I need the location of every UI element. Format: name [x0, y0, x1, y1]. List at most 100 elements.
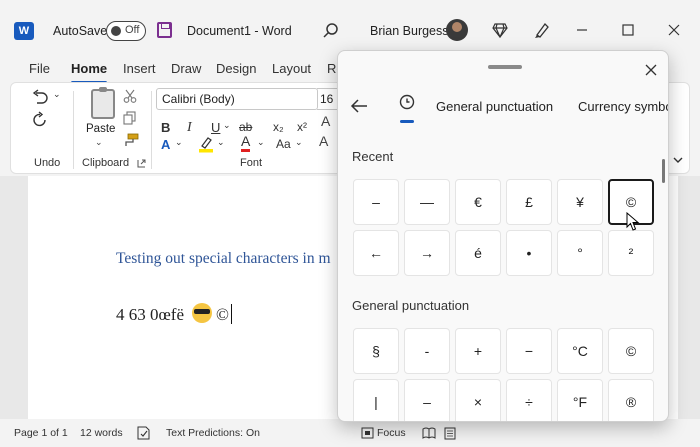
focus-icon[interactable]	[361, 427, 374, 439]
tab-design[interactable]: Design	[216, 61, 256, 76]
tab-currency-symbols[interactable]: Currency symbo	[578, 99, 668, 114]
document-line: 4 63 0œfë ©	[116, 303, 232, 325]
symbol-divide[interactable]: ÷	[506, 379, 552, 421]
status-focus[interactable]: Focus	[377, 427, 406, 439]
mouse-pointer-icon	[626, 212, 640, 231]
panel-drag-handle[interactable]	[488, 65, 522, 69]
back-arrow-icon[interactable]	[348, 95, 370, 117]
paste-button-label[interactable]: Paste	[86, 123, 115, 135]
symbol-yen[interactable]: ¥	[557, 179, 603, 225]
symbol-right-arrow[interactable]: →	[404, 230, 450, 276]
font-color-dropdown-icon[interactable]: ⌄	[257, 137, 265, 148]
status-page-count[interactable]: Page 1 of 1	[14, 427, 68, 439]
symbol-en-dash[interactable]: –	[353, 179, 399, 225]
recent-tab[interactable]	[396, 94, 418, 124]
change-case-dropdown-icon[interactable]: ⌄	[295, 137, 303, 148]
styles-icon[interactable]: A	[321, 113, 330, 129]
symbol-superscript-two[interactable]: ²	[608, 230, 654, 276]
font-color-icon[interactable]: A	[241, 133, 251, 152]
diamond-icon[interactable]	[492, 22, 508, 38]
symbol-degree[interactable]: °	[557, 230, 603, 276]
change-case-button[interactable]: Aa	[276, 137, 291, 151]
divider	[73, 91, 74, 169]
pen-icon[interactable]	[533, 21, 551, 39]
read-mode-icon[interactable]	[422, 427, 436, 439]
text-caret	[230, 304, 232, 324]
format-painter-icon[interactable]	[123, 133, 139, 147]
symbol-vertical-bar[interactable]: |	[353, 379, 399, 421]
symbol-copyright[interactable]: ©	[608, 328, 654, 374]
italic-button[interactable]: I	[187, 120, 192, 136]
redo-icon[interactable]	[31, 111, 49, 129]
symbol-en-dash[interactable]: –	[404, 379, 450, 421]
paste-dropdown-icon[interactable]: ⌄	[95, 137, 103, 148]
symbol-registered[interactable]: ®	[608, 379, 654, 421]
user-name[interactable]: Brian Burgess	[370, 24, 449, 38]
status-bar: Page 1 of 1 12 words Text Predictions: O…	[0, 421, 700, 447]
group-label-clipboard: Clipboard	[82, 157, 130, 169]
word-app-icon: W	[14, 22, 34, 40]
close-icon[interactable]	[664, 20, 684, 40]
tab-home[interactable]: Home	[71, 61, 108, 84]
search-icon[interactable]	[322, 22, 340, 40]
status-word-count[interactable]: 12 words	[80, 427, 123, 439]
copyright-symbol-text: ©	[215, 305, 229, 324]
font-name-select[interactable]: Calibri (Body)	[156, 88, 318, 110]
strikethrough-button[interactable]: ab	[239, 120, 252, 134]
ribbon-collapse-icon[interactable]	[671, 153, 685, 167]
symbol-pound[interactable]: £	[506, 179, 552, 225]
clock-icon	[399, 94, 415, 110]
undo-dropdown-icon[interactable]: ⌄	[53, 89, 61, 100]
symbol-em-dash[interactable]: —	[404, 179, 450, 225]
bold-button[interactable]: B	[161, 120, 170, 135]
print-layout-icon[interactable]	[444, 427, 456, 440]
document-line-text: 4 63 0œfë	[116, 305, 184, 324]
tab-layout[interactable]: Layout	[272, 61, 311, 76]
undo-icon[interactable]	[31, 89, 49, 105]
text-effects-dropdown-icon[interactable]: ⌄	[175, 137, 183, 148]
text-effects-icon[interactable]: A	[161, 137, 170, 152]
divider	[151, 91, 152, 169]
save-icon[interactable]	[157, 22, 172, 38]
status-text-predictions[interactable]: Text Predictions: On	[166, 427, 260, 439]
symbol-section[interactable]: §	[353, 328, 399, 374]
underline-dropdown-icon[interactable]: ⌄	[223, 120, 231, 131]
symbol-euro[interactable]: €	[455, 179, 501, 225]
subscript-button[interactable]: x₂	[273, 120, 284, 134]
symbol-minus[interactable]: −	[506, 328, 552, 374]
sunglasses-emoji-icon	[191, 303, 212, 323]
maximize-icon[interactable]	[618, 20, 638, 40]
cut-icon[interactable]	[123, 89, 137, 103]
underline-button[interactable]: U	[211, 120, 220, 135]
general-punctuation-grid: § - + − °C © | – × ÷ °F ®	[353, 328, 654, 421]
paste-icon[interactable]	[91, 87, 115, 119]
autosave-toggle[interactable]: Off	[106, 21, 146, 41]
copy-icon[interactable]	[123, 111, 137, 125]
dialog-launcher-icon[interactable]	[137, 159, 146, 168]
superscript-button[interactable]: x²	[297, 120, 307, 134]
emoji-symbol-panel: General punctuation Currency symbo Recen…	[337, 50, 669, 422]
font-name-value: Calibri (Body)	[162, 92, 235, 106]
symbol-left-arrow[interactable]: ←	[353, 230, 399, 276]
tab-draw[interactable]: Draw	[171, 61, 201, 76]
minimize-icon[interactable]	[572, 20, 592, 40]
symbol-multiply[interactable]: ×	[455, 379, 501, 421]
panel-close-icon[interactable]	[640, 59, 662, 81]
document-heading: Testing out special characters in m	[116, 250, 331, 267]
panel-scrollbar[interactable]	[662, 159, 665, 183]
proofing-icon[interactable]	[137, 426, 150, 440]
symbol-fahrenheit[interactable]: °F	[557, 379, 603, 421]
tab-insert[interactable]: Insert	[123, 61, 156, 76]
avatar[interactable]	[446, 19, 468, 41]
symbol-hyphen[interactable]: -	[404, 328, 450, 374]
symbol-e-acute[interactable]: é	[455, 230, 501, 276]
symbol-plus[interactable]: +	[455, 328, 501, 374]
highlight-dropdown-icon[interactable]: ⌄	[217, 137, 225, 148]
symbol-bullet[interactable]: •	[506, 230, 552, 276]
tab-general-punctuation[interactable]: General punctuation	[436, 99, 553, 114]
symbol-celsius[interactable]: °C	[557, 328, 603, 374]
tab-file[interactable]: File	[29, 61, 50, 76]
highlight-icon[interactable]	[197, 135, 215, 153]
document-title: Document1 - Word	[187, 24, 292, 38]
grow-font-icon[interactable]: A	[319, 133, 328, 149]
